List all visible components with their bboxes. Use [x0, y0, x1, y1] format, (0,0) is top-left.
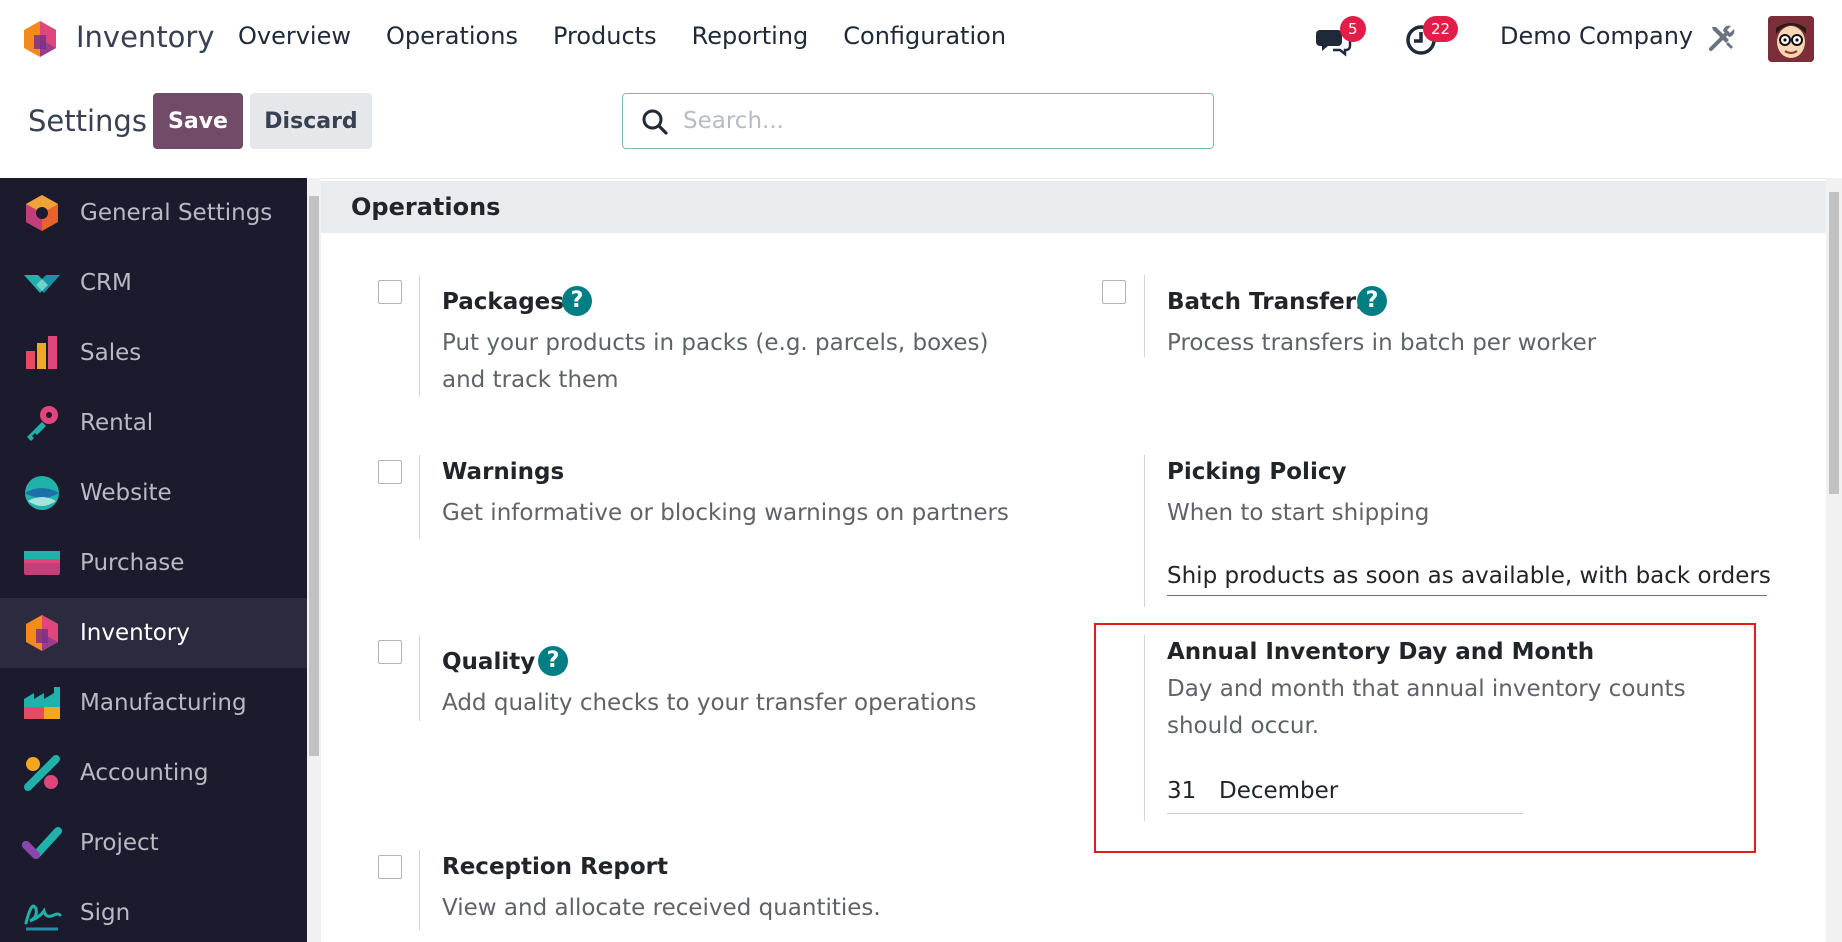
sidebar-item-label: Inventory [80, 620, 190, 646]
sidebar-item-label: Purchase [80, 550, 185, 576]
section-header: Operations [321, 181, 1826, 233]
sidebar-item-label: Project [80, 830, 159, 856]
search-box[interactable] [622, 93, 1214, 149]
packages-help-icon[interactable]: ? [562, 286, 592, 316]
activity-badge: 22 [1423, 16, 1459, 42]
sidebar-item-manufacturing[interactable]: Manufacturing [0, 668, 307, 738]
sidebar-item-sales[interactable]: Sales [0, 318, 307, 388]
divider [1144, 635, 1145, 821]
warnings-checkbox[interactable] [378, 460, 402, 484]
annual-inventory-description: Day and month that annual inventory coun… [1167, 676, 1686, 739]
batch-transfers-description: Process transfers in batch per worker [1167, 330, 1597, 356]
sidebar-item-label: Manufacturing [80, 690, 247, 716]
settings-content: Operations Packages ? Put your products … [321, 178, 1826, 942]
annual-inventory-title: Annual Inventory Day and Month [1167, 639, 1595, 665]
rental-key-icon [27, 406, 58, 441]
sidebar-item-label: Sales [80, 340, 142, 366]
sidebar-item-website[interactable]: Website [0, 458, 307, 528]
divider [1144, 275, 1145, 357]
search-input[interactable] [683, 104, 1183, 138]
annual-inventory-month-select[interactable]: December [1219, 778, 1338, 804]
inventory-icon [26, 615, 58, 651]
packages-description: Put your products in packs (e.g. parcels… [442, 330, 989, 393]
sidebar-scrollbar[interactable] [307, 178, 321, 942]
inventory-app-icon[interactable] [20, 19, 60, 59]
chat-badge: 5 [1340, 16, 1366, 42]
section-title: Operations [351, 193, 501, 221]
sidebar-item-sign[interactable]: Sign [0, 878, 307, 942]
quality-help-icon[interactable]: ? [538, 646, 568, 676]
reception-report-title: Reception Report [442, 854, 668, 880]
menu-reporting[interactable]: Reporting [692, 22, 809, 50]
reception-report-description: View and allocate received quantities. [442, 895, 881, 921]
search-icon [642, 109, 668, 135]
sidebar-item-rental[interactable]: Rental [0, 388, 307, 458]
sidebar-item-general-settings[interactable]: General Settings [0, 178, 307, 248]
settings-sidebar: General Settings CRM Sales Rental Websit… [0, 178, 307, 942]
reception-report-checkbox[interactable] [378, 855, 402, 879]
top-navbar: Inventory Overview Operations Products R… [0, 0, 1842, 78]
picking-policy-title: Picking Policy [1167, 459, 1347, 485]
picking-policy-description: When to start shipping [1167, 500, 1430, 526]
sidebar-item-label: Rental [80, 410, 154, 436]
quality-description: Add quality checks to your transfer oper… [442, 690, 977, 716]
packages-title: Packages [442, 289, 564, 315]
sidebar-item-label: Website [80, 480, 172, 506]
date-field-underline [1167, 813, 1523, 814]
menu-operations[interactable]: Operations [386, 22, 518, 50]
project-check-icon [22, 827, 62, 859]
divider [419, 275, 420, 397]
sidebar-item-accounting[interactable]: Accounting [0, 738, 307, 808]
sidebar-item-purchase[interactable]: Purchase [0, 528, 307, 598]
sidebar-item-label: Accounting [80, 760, 209, 786]
manufacturing-factory-icon [24, 687, 60, 719]
main-menu: Overview Operations Products Reporting C… [238, 22, 1041, 50]
sidebar-item-inventory[interactable]: Inventory [0, 598, 307, 668]
content-scrollbar[interactable] [1826, 178, 1842, 942]
menu-overview[interactable]: Overview [238, 22, 351, 50]
batch-transfers-title: Batch Transfers [1167, 289, 1370, 315]
divider [1144, 455, 1145, 607]
divider [419, 635, 420, 721]
divider [419, 455, 420, 539]
company-switcher[interactable]: Demo Company [1500, 22, 1693, 50]
app-name[interactable]: Inventory [76, 20, 215, 54]
debug-tools-icon[interactable] [1706, 22, 1738, 54]
warnings-title: Warnings [442, 459, 565, 485]
save-button[interactable]: Save [153, 93, 243, 149]
page-title: Settings [28, 104, 147, 138]
menu-products[interactable]: Products [553, 22, 657, 50]
quality-title: Quality [442, 649, 536, 675]
divider [419, 850, 420, 930]
avatar-face-icon [1768, 16, 1814, 62]
picking-policy-select[interactable]: Ship products as soon as available, with… [1167, 563, 1771, 596]
website-icon [25, 476, 59, 510]
batch-transfers-help-icon[interactable]: ? [1357, 286, 1387, 316]
sidebar-item-label: Sign [80, 900, 131, 926]
discard-button[interactable]: Discard [250, 93, 372, 149]
sales-icon [26, 336, 57, 369]
accounting-icon [24, 755, 60, 791]
crm-icon [24, 275, 60, 293]
sidebar-item-project[interactable]: Project [0, 808, 307, 878]
warnings-description: Get informative or blocking warnings on … [442, 500, 1009, 526]
purchase-card-icon [24, 551, 60, 575]
annual-inventory-day-input[interactable]: 31 [1167, 778, 1196, 804]
general-settings-icon [26, 195, 58, 231]
sidebar-item-crm[interactable]: CRM [0, 248, 307, 318]
content-scrollbar-thumb[interactable] [1829, 192, 1839, 494]
sidebar-item-label: General Settings [80, 200, 273, 226]
sidebar-scrollbar-thumb[interactable] [309, 196, 319, 756]
packages-checkbox[interactable] [378, 280, 402, 304]
sign-signature-icon [24, 904, 62, 931]
user-avatar[interactable] [1768, 16, 1814, 62]
menu-configuration[interactable]: Configuration [843, 22, 1006, 50]
batch-transfers-checkbox[interactable] [1102, 280, 1126, 304]
sidebar-item-label: CRM [80, 270, 132, 296]
quality-checkbox[interactable] [378, 640, 402, 664]
